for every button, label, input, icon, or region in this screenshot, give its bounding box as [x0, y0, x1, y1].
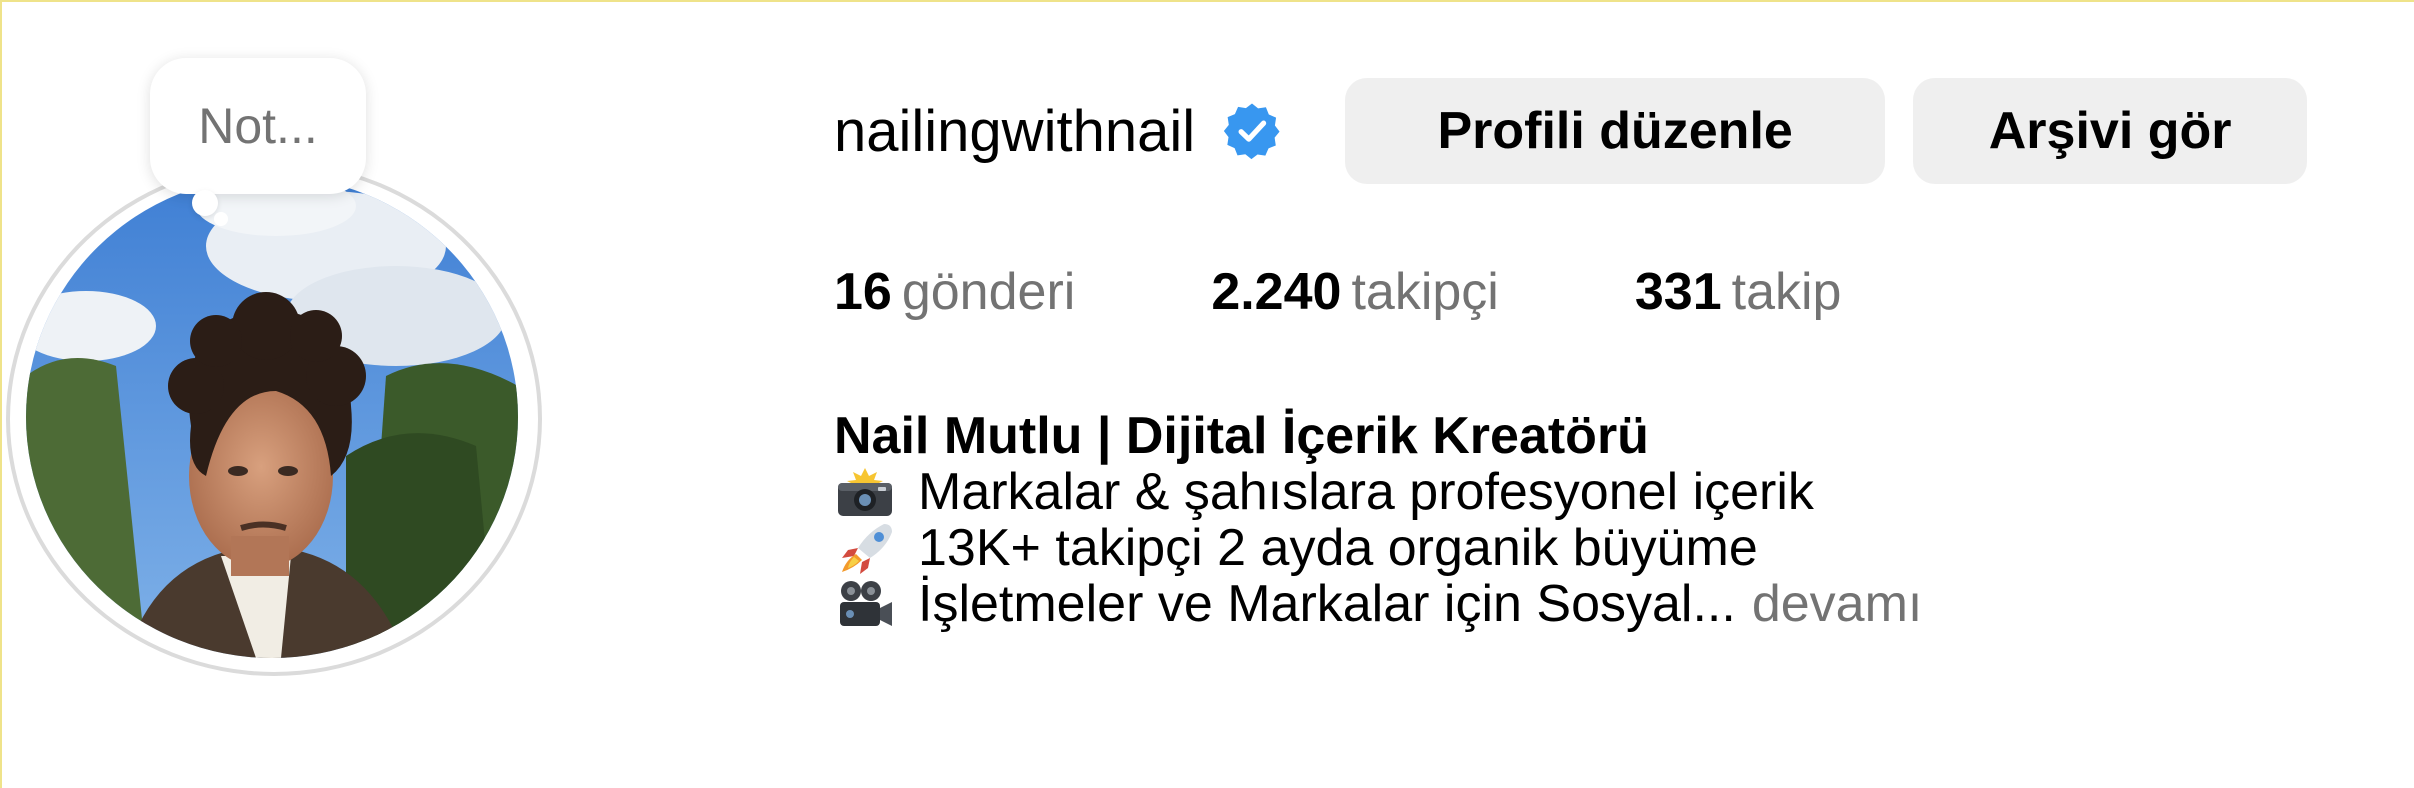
bio-line: İşletmeler ve Markalar için Sosyal... de…: [834, 576, 1922, 632]
stat-followers-value: 2.240: [1211, 263, 1342, 321]
stat-posts-label: gönderi: [901, 263, 1076, 321]
profile-header: nailingwithnail Profili düzenle Arşivi g…: [834, 78, 2308, 184]
note-placeholder: Not...: [198, 98, 318, 154]
stat-following[interactable]: 331 takip: [1635, 262, 1842, 322]
stat-followers-label: takipçi: [1351, 263, 1499, 321]
verified-badge-icon: [1223, 102, 1281, 160]
username[interactable]: nailingwithnail: [834, 98, 1195, 165]
camera-flash-icon: [834, 466, 896, 518]
view-archive-button[interactable]: Arşivi gör: [1913, 78, 2308, 184]
bio-display-name: Nail Mutlu | Dijital İçerik Kreatörü: [834, 407, 1649, 465]
bio-line-text: Markalar & şahıslara profesyonel içerik: [918, 463, 1814, 521]
avatar-photo: [26, 176, 518, 658]
stat-following-label: takip: [1731, 263, 1842, 321]
bio-line-text: 13K+ takipçi 2 ayda organik büyüme: [918, 519, 1758, 577]
bio-line: Markalar & şahıslara profesyonel içerik: [834, 464, 1922, 520]
profile-bio: Nail Mutlu | Dijital İçerik Kreatörü Mar…: [834, 408, 1922, 632]
note-bubble-tail-dot: [214, 212, 228, 226]
rocket-icon: [834, 522, 896, 574]
edit-profile-button[interactable]: Profili düzenle: [1345, 78, 1886, 184]
profile-avatar[interactable]: [26, 176, 518, 658]
bio-more-link[interactable]: devamı: [1752, 576, 1923, 632]
bio-line-text: İşletmeler ve Markalar için Sosyal...: [918, 575, 1736, 633]
stat-following-value: 331: [1634, 263, 1722, 321]
note-bubble-tail: [192, 190, 218, 216]
movie-camera-icon: [834, 578, 896, 630]
bio-line: 13K+ takipçi 2 ayda organik büyüme: [834, 520, 1922, 576]
stat-posts[interactable]: 16 gönderi: [834, 262, 1075, 322]
stat-posts-value: 16: [834, 263, 892, 321]
profile-stats: 16 gönderi 2.240 takipçi 331 takip: [834, 262, 1841, 322]
stat-followers[interactable]: 2.240 takipçi: [1211, 262, 1499, 322]
note-bubble[interactable]: Not...: [150, 58, 366, 194]
